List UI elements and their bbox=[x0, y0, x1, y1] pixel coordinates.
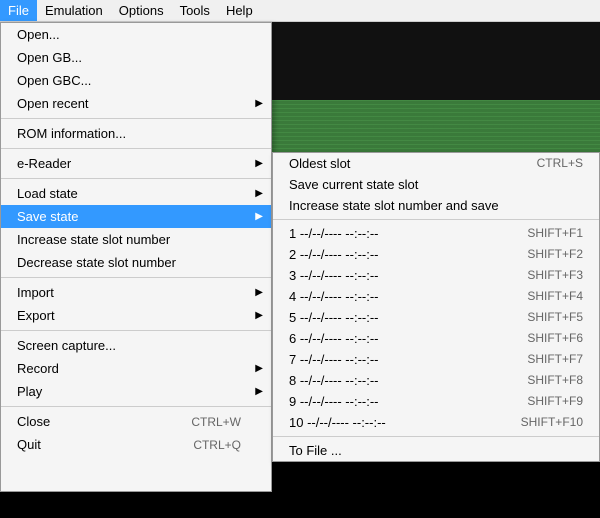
menubar-tools[interactable]: Tools bbox=[172, 0, 218, 21]
menu-export[interactable]: Export ▶ bbox=[1, 304, 271, 327]
menu-play[interactable]: Play ▶ bbox=[1, 380, 271, 403]
menu-import[interactable]: Import ▶ bbox=[1, 281, 271, 304]
submenu-increase-save[interactable]: Increase state slot number and save bbox=[273, 195, 599, 216]
dropdown-container: Open... Open GB... Open GBC... Open rece… bbox=[0, 22, 272, 492]
menubar-options[interactable]: Options bbox=[111, 0, 172, 21]
slot-9[interactable]: 9 --/--/---- --:--:-- SHIFT+F9 bbox=[273, 391, 599, 412]
game-screen-bottom bbox=[272, 100, 600, 152]
file-menu: Open... Open GB... Open GBC... Open rece… bbox=[0, 22, 272, 492]
arrow-icon: ▶ bbox=[255, 211, 263, 222]
submenu-separator-2 bbox=[273, 436, 599, 437]
menubar-help[interactable]: Help bbox=[218, 0, 261, 21]
game-screen-top bbox=[272, 22, 600, 100]
separator-6 bbox=[1, 406, 271, 407]
arrow-icon: ▶ bbox=[255, 310, 263, 321]
menu-save-state[interactable]: Save state ▶ bbox=[1, 205, 271, 228]
menu-ereader[interactable]: e-Reader ▶ bbox=[1, 152, 271, 175]
arrow-icon: ▶ bbox=[255, 98, 263, 109]
separator-5 bbox=[1, 330, 271, 331]
menu-screen-capture[interactable]: Screen capture... bbox=[1, 334, 271, 357]
submenu-to-file[interactable]: To File ... bbox=[273, 440, 599, 461]
menu-open-recent[interactable]: Open recent ▶ bbox=[1, 92, 271, 115]
slot-2[interactable]: 2 --/--/---- --:--:-- SHIFT+F2 bbox=[273, 244, 599, 265]
menu-increase-slot[interactable]: Increase state slot number bbox=[1, 228, 271, 251]
slot-8[interactable]: 8 --/--/---- --:--:-- SHIFT+F8 bbox=[273, 370, 599, 391]
menu-load-state[interactable]: Load state ▶ bbox=[1, 182, 271, 205]
arrow-icon: ▶ bbox=[255, 188, 263, 199]
menubar: File Emulation Options Tools Help bbox=[0, 0, 600, 22]
arrow-icon: ▶ bbox=[255, 386, 263, 397]
menu-decrease-slot[interactable]: Decrease state slot number bbox=[1, 251, 271, 274]
menu-open[interactable]: Open... bbox=[1, 23, 271, 46]
pixel-art bbox=[272, 100, 600, 152]
save-state-submenu: Oldest slot CTRL+S Save current state sl… bbox=[272, 152, 600, 462]
slot-5[interactable]: 5 --/--/---- --:--:-- SHIFT+F5 bbox=[273, 307, 599, 328]
submenu-separator-1 bbox=[273, 219, 599, 220]
submenu-oldest-slot[interactable]: Oldest slot CTRL+S bbox=[273, 153, 599, 174]
submenu-save-current[interactable]: Save current state slot bbox=[273, 174, 599, 195]
menu-open-gb[interactable]: Open GB... bbox=[1, 46, 271, 69]
slot-1[interactable]: 1 --/--/---- --:--:-- SHIFT+F1 bbox=[273, 223, 599, 244]
separator-1 bbox=[1, 118, 271, 119]
menu-quit[interactable]: Quit CTRL+Q bbox=[1, 433, 271, 456]
separator-2 bbox=[1, 148, 271, 149]
menu-close[interactable]: Close CTRL+W bbox=[1, 410, 271, 433]
separator-3 bbox=[1, 178, 271, 179]
arrow-icon: ▶ bbox=[255, 158, 263, 169]
arrow-icon: ▶ bbox=[255, 363, 263, 374]
menu-record[interactable]: Record ▶ bbox=[1, 357, 271, 380]
separator-4 bbox=[1, 277, 271, 278]
slot-7[interactable]: 7 --/--/---- --:--:-- SHIFT+F7 bbox=[273, 349, 599, 370]
slot-3[interactable]: 3 --/--/---- --:--:-- SHIFT+F3 bbox=[273, 265, 599, 286]
menu-rom-info[interactable]: ROM information... bbox=[1, 122, 271, 145]
game-screen bbox=[272, 22, 600, 152]
arrow-icon: ▶ bbox=[255, 287, 263, 298]
menu-open-gbc[interactable]: Open GBC... bbox=[1, 69, 271, 92]
slot-4[interactable]: 4 --/--/---- --:--:-- SHIFT+F4 bbox=[273, 286, 599, 307]
slot-10[interactable]: 10 --/--/---- --:--:-- SHIFT+F10 bbox=[273, 412, 599, 433]
slot-6[interactable]: 6 --/--/---- --:--:-- SHIFT+F6 bbox=[273, 328, 599, 349]
menubar-emulation[interactable]: Emulation bbox=[37, 0, 111, 21]
menubar-file[interactable]: File bbox=[0, 0, 37, 21]
